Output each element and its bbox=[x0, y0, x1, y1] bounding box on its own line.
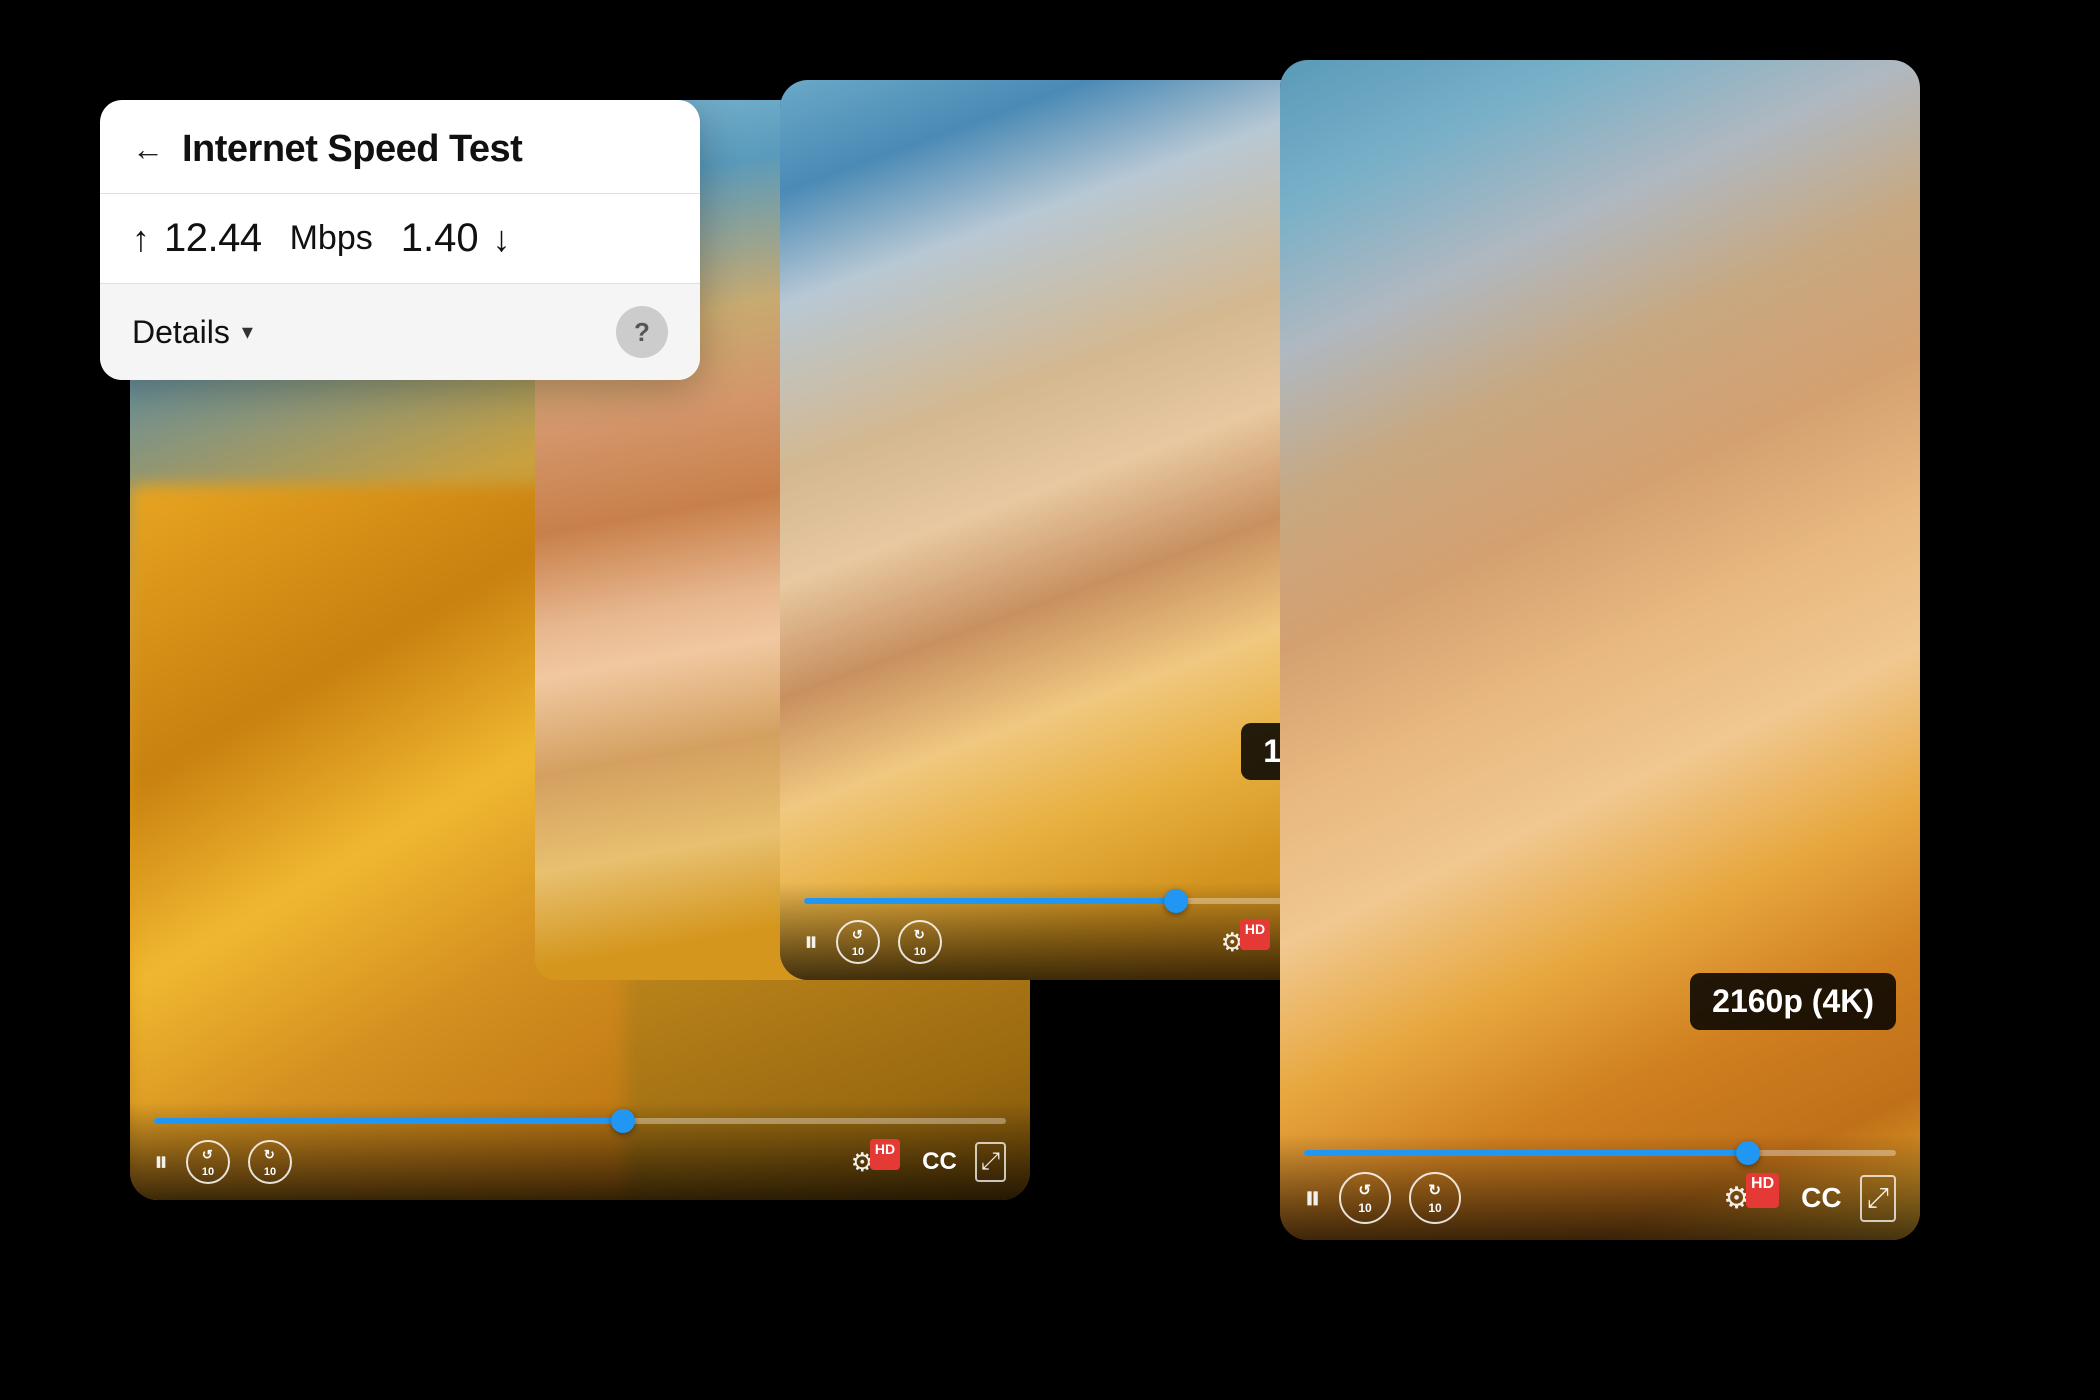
back-button[interactable]: ← bbox=[132, 131, 164, 168]
speed-card-footer: Details ▾ ? bbox=[100, 284, 700, 380]
cc-button-4k[interactable]: CC bbox=[1801, 1182, 1841, 1214]
chevron-down-icon: ▾ bbox=[242, 319, 253, 345]
main-scene: 480p ⏸ ↺10 ↻10 bbox=[100, 60, 2000, 1340]
speed-row: ↑ 12.44 Mbps 1.40 ↓ bbox=[100, 194, 700, 284]
forward-button-1080p[interactable]: ↻10 bbox=[898, 920, 942, 964]
cc-button-480p[interactable]: CC bbox=[922, 1148, 957, 1176]
video-controls-4k: ⏸ ↺10 ↻10 ⚙ HD CC ⤢ bbox=[1280, 1134, 1920, 1240]
speed-card-header: ← Internet Speed Test bbox=[100, 100, 700, 194]
details-button[interactable]: Details ▾ bbox=[132, 314, 253, 351]
hd-badge-480p: HD bbox=[870, 1139, 900, 1170]
settings-button-480p[interactable]: ⚙ HD bbox=[851, 1147, 905, 1178]
forward-button-4k[interactable]: ↻10 bbox=[1409, 1172, 1461, 1224]
progress-bar-4k[interactable] bbox=[1304, 1150, 1896, 1156]
help-button[interactable]: ? bbox=[616, 306, 668, 358]
speed-test-card: ← Internet Speed Test ↑ 12.44 Mbps 1.40 … bbox=[100, 100, 700, 380]
hd-badge-4k: HD bbox=[1746, 1173, 1779, 1208]
upload-speed-display: ↑ 12.44 bbox=[132, 216, 262, 261]
fullscreen-button-4k[interactable]: ⤢ bbox=[1860, 1175, 1896, 1222]
video-controls-480p: ⏸ ↺10 ↻10 ⚙ HD CC ⤢ bbox=[130, 1102, 1030, 1200]
details-label: Details bbox=[132, 314, 230, 351]
help-icon: ? bbox=[634, 317, 650, 348]
upload-arrow-icon: ↑ bbox=[132, 218, 150, 260]
video-panel-4k: 2160p (4K) ⏸ ↺10 ↻10 bbox=[1280, 60, 1920, 1240]
speed-card-title: Internet Speed Test bbox=[182, 128, 522, 171]
forward-button-480p[interactable]: ↻10 bbox=[248, 1140, 292, 1184]
download-speed-value: 1.40 bbox=[401, 216, 479, 261]
speed-unit-label: Mbps bbox=[290, 219, 373, 258]
pause-button-1080p[interactable]: ⏸ bbox=[804, 926, 818, 959]
quality-badge-4k: 2160p (4K) bbox=[1690, 973, 1896, 1030]
rewind-button-1080p[interactable]: ↺10 bbox=[836, 920, 880, 964]
pause-button-4k[interactable]: ⏸ bbox=[1304, 1179, 1321, 1218]
settings-button-1080p[interactable]: ⚙ HD bbox=[1221, 927, 1275, 958]
upload-speed-value: 12.44 bbox=[164, 216, 262, 261]
hd-badge-1080p: HD bbox=[1240, 919, 1270, 950]
progress-bar-480p[interactable] bbox=[154, 1118, 1006, 1124]
pause-button-480p[interactable]: ⏸ bbox=[154, 1146, 168, 1179]
rewind-button-480p[interactable]: ↺10 bbox=[186, 1140, 230, 1184]
settings-button-4k[interactable]: ⚙ HD bbox=[1723, 1181, 1783, 1216]
fullscreen-button-480p[interactable]: ⤢ bbox=[975, 1142, 1006, 1182]
rewind-button-4k[interactable]: ↺10 bbox=[1339, 1172, 1391, 1224]
download-arrow-icon: ↓ bbox=[493, 218, 511, 260]
